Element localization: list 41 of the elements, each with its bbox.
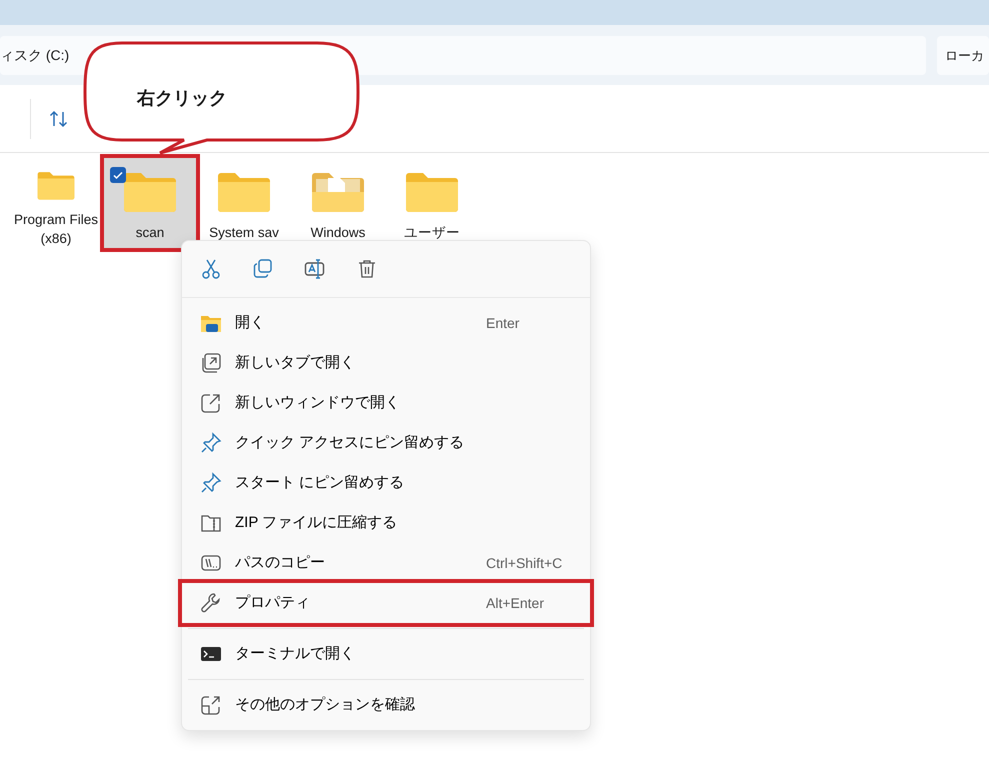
folder-name: scan [136, 224, 164, 242]
folder-icon [216, 170, 272, 214]
callout-text: 右クリック [137, 87, 227, 110]
more-options-icon [200, 694, 222, 716]
menu-item[interactable]: プロパティ Alt+Enter [182, 583, 590, 623]
folder-name: ユーザー [404, 224, 460, 242]
menu-item[interactable]: クイック アクセスにピン留めする [182, 423, 590, 463]
menu-item[interactable]: スタート にピン留めする [182, 463, 590, 503]
menu-item[interactable]: 新しいウィンドウで開く [182, 383, 590, 423]
rename-button[interactable] [304, 258, 326, 280]
copy-button[interactable] [252, 258, 274, 280]
folder-item[interactable]: Windows [292, 158, 384, 248]
folder-icon [310, 170, 366, 214]
pin-icon [200, 432, 222, 454]
new-window-icon [200, 392, 222, 414]
checkbox[interactable] [110, 167, 126, 184]
cut-button[interactable] [200, 258, 222, 280]
folder-name: Program Files (x86) [12, 211, 100, 248]
folder-name: Windows [310, 224, 366, 242]
menu-item[interactable]: 新しいタブで開く [182, 343, 590, 383]
shortcut-text: Ctrl+Shift+C [486, 554, 564, 572]
pin-icon [200, 472, 222, 494]
shortcut-text: Enter [486, 314, 520, 332]
folder-item[interactable]: ユーザー [386, 158, 478, 248]
folder-item[interactable]: System sav [198, 158, 290, 248]
delete-button[interactable] [356, 258, 378, 280]
menu-item[interactable]: その他のオプションを確認 [182, 685, 590, 725]
folder-item[interactable]: Program Files (x86) [10, 158, 102, 248]
folder-icon [404, 170, 460, 214]
new-tab-icon [200, 352, 222, 374]
wrench-icon [200, 592, 222, 614]
menu-item[interactable]: ZIP ファイルに圧縮する [182, 503, 590, 543]
menu-item[interactable]: ターミナルで開く [182, 634, 590, 674]
menu-item[interactable]: パスのコピー Ctrl+Shift+C [182, 543, 590, 583]
search-field[interactable]: ローカ [937, 36, 989, 75]
folder-name: System sav [209, 224, 279, 242]
folder-icon [122, 170, 178, 214]
address-path: ィスク (C:) [0, 46, 70, 65]
menu-item[interactable]: 開く Enter [182, 303, 590, 343]
shortcut-text: Alt+Enter [486, 594, 545, 612]
sort-icon[interactable] [49, 108, 69, 128]
